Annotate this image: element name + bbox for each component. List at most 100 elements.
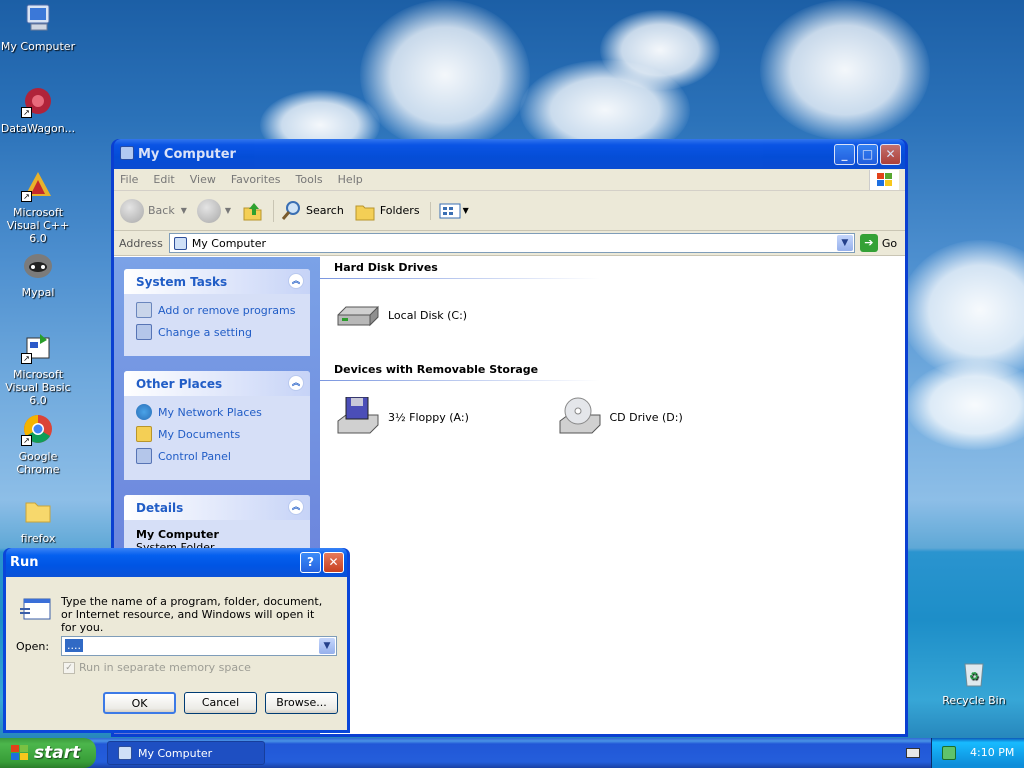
folders-button[interactable]: Folders	[354, 200, 420, 222]
other-places-panel: Other Places ︽ My Network Places My Docum…	[124, 371, 310, 480]
place-my-documents[interactable]: My Documents	[136, 426, 298, 442]
drive-label: CD Drive (D:)	[609, 410, 683, 424]
go-button[interactable]: ➔ Go	[859, 234, 898, 252]
up-folder-icon	[243, 202, 262, 220]
separate-memory-label: Run in separate memory space	[79, 661, 251, 674]
back-button[interactable]: Back ▼	[120, 198, 187, 223]
desktop-icon-label: Microsoft Visual C++ 6.0	[6, 206, 70, 245]
keyboard-icon[interactable]	[906, 748, 920, 758]
desktop-icon-visual-basic[interactable]: ↗ Microsoft Visual Basic 6.0	[0, 330, 78, 407]
back-dropdown-icon[interactable]: ▼	[181, 206, 187, 215]
visual-cpp-icon: ↗	[21, 168, 55, 202]
desktop-icon-firefox-folder[interactable]: firefox	[0, 494, 78, 545]
system-tasks-panel: System Tasks ︽ Add or remove programs Cha…	[124, 269, 310, 356]
views-icon	[439, 203, 461, 218]
menu-bar: File Edit View Favorites Tools Help	[114, 169, 905, 191]
taskbar-task-my-computer[interactable]: My Computer	[107, 741, 265, 765]
control-panel-icon	[136, 324, 152, 340]
place-label: My Network Places	[158, 405, 262, 419]
section-header: Devices with Removable Storage	[320, 363, 891, 381]
menu-view[interactable]: View	[190, 173, 216, 186]
menu-help[interactable]: Help	[338, 173, 363, 186]
drive-floppy-a[interactable]: 3½ Floppy (A:)	[334, 397, 552, 437]
up-folder-button[interactable]	[241, 200, 263, 222]
panel-header[interactable]: System Tasks ︽	[124, 269, 310, 294]
address-computer-icon	[173, 236, 187, 250]
menu-file[interactable]: File	[120, 173, 138, 186]
mypal-icon	[21, 248, 55, 282]
search-button[interactable]: Search	[273, 199, 344, 222]
start-button[interactable]: start	[0, 738, 96, 768]
drive-local-disk-c[interactable]: Local Disk (C:)	[334, 295, 552, 335]
task-change-setting[interactable]: Change a setting	[136, 324, 298, 340]
separate-memory-checkbox: ✓	[63, 661, 75, 674]
collapse-chevron-icon[interactable]: ︽	[288, 499, 304, 515]
desktop-icon-recycle-bin[interactable]: ♻ Recycle Bin	[934, 656, 1014, 707]
open-input-value: ....	[65, 639, 83, 652]
help-button[interactable]: ?	[300, 552, 321, 573]
recycle-bin-icon: ♻	[957, 656, 991, 690]
desktop-icon-my-computer[interactable]: My Computer	[0, 2, 78, 53]
desktop-icon-label: Microsoft Visual Basic 6.0	[5, 368, 71, 407]
forward-arrow-icon	[196, 198, 221, 223]
cloud	[600, 10, 720, 90]
task-label: My Computer	[138, 746, 213, 760]
run-dialog[interactable]: Run ? ✕ Type the name of a program, fold…	[3, 548, 350, 733]
shortcut-arrow-icon: ↗	[21, 191, 32, 202]
window-computer-icon	[120, 146, 134, 160]
network-tray-icon[interactable]	[942, 746, 956, 760]
place-my-network-places[interactable]: My Network Places	[136, 404, 298, 420]
run-icon	[20, 598, 51, 620]
drive-cd-d[interactable]: CD Drive (D:)	[556, 397, 774, 437]
address-bar: Address My Computer ▼ ➔ Go	[114, 231, 905, 256]
folders-icon	[355, 205, 375, 220]
desktop-icon-datawagon[interactable]: ↗ DataWagon...	[0, 84, 78, 135]
minimize-button[interactable]: _	[834, 144, 855, 165]
back-arrow-icon	[120, 198, 144, 223]
desktop-icon-chrome[interactable]: ↗ Google Chrome	[0, 412, 78, 476]
views-button[interactable]: ▼	[429, 201, 469, 220]
window-titlebar[interactable]: My Computer _ □ ✕	[114, 139, 905, 169]
desktop-icon-visual-cpp[interactable]: ↗ Microsoft Visual C++ 6.0	[0, 168, 78, 245]
collapse-chevron-icon[interactable]: ︽	[288, 375, 304, 391]
go-label: Go	[881, 236, 898, 250]
menu-tools[interactable]: Tools	[296, 173, 323, 186]
address-field[interactable]: My Computer ▼	[168, 233, 855, 253]
browse-button[interactable]: Browse...	[265, 692, 338, 714]
panel-header[interactable]: Details ︽	[124, 495, 310, 520]
desktop-icon-label: Recycle Bin	[942, 694, 1006, 707]
clock[interactable]: 4:10 PM	[970, 746, 1014, 759]
desktop-icon-label: Google Chrome	[16, 450, 60, 476]
ok-button[interactable]: OK	[103, 692, 176, 714]
place-label: Control Panel	[158, 449, 231, 463]
task-add-remove-programs[interactable]: Add or remove programs	[136, 302, 298, 318]
cloud	[900, 240, 1024, 380]
panel-header[interactable]: Other Places ︽	[124, 371, 310, 396]
separate-memory-checkbox-row: ✓ Run in separate memory space	[63, 661, 251, 674]
menu-edit[interactable]: Edit	[153, 173, 174, 186]
cancel-button[interactable]: Cancel	[184, 692, 257, 714]
menu-favorites[interactable]: Favorites	[231, 173, 281, 186]
my-documents-icon	[136, 426, 152, 442]
forward-dropdown-icon[interactable]: ▼	[225, 206, 231, 215]
run-titlebar[interactable]: Run ? ✕	[6, 548, 347, 577]
cloud	[760, 0, 930, 140]
network-places-icon	[136, 404, 152, 420]
close-button[interactable]: ✕	[880, 144, 901, 165]
drive-label: Local Disk (C:)	[388, 308, 468, 322]
desktop-icon-mypal[interactable]: Mypal	[0, 248, 78, 299]
windows-logo-icon	[869, 169, 899, 190]
cloud	[905, 360, 1024, 450]
forward-button[interactable]: ▼	[196, 198, 231, 223]
open-combobox[interactable]: .... ▼	[61, 636, 337, 656]
maximize-button[interactable]: □	[857, 144, 878, 165]
shortcut-arrow-icon: ↗	[21, 353, 32, 364]
back-label: Back	[148, 204, 175, 217]
task-label: Add or remove programs	[158, 303, 296, 317]
run-close-button[interactable]: ✕	[323, 552, 344, 573]
address-dropdown-icon[interactable]: ▼	[836, 235, 853, 251]
open-dropdown-icon[interactable]: ▼	[319, 638, 335, 654]
collapse-chevron-icon[interactable]: ︽	[288, 273, 304, 289]
start-label: start	[34, 743, 81, 763]
place-control-panel[interactable]: Control Panel	[136, 448, 298, 464]
